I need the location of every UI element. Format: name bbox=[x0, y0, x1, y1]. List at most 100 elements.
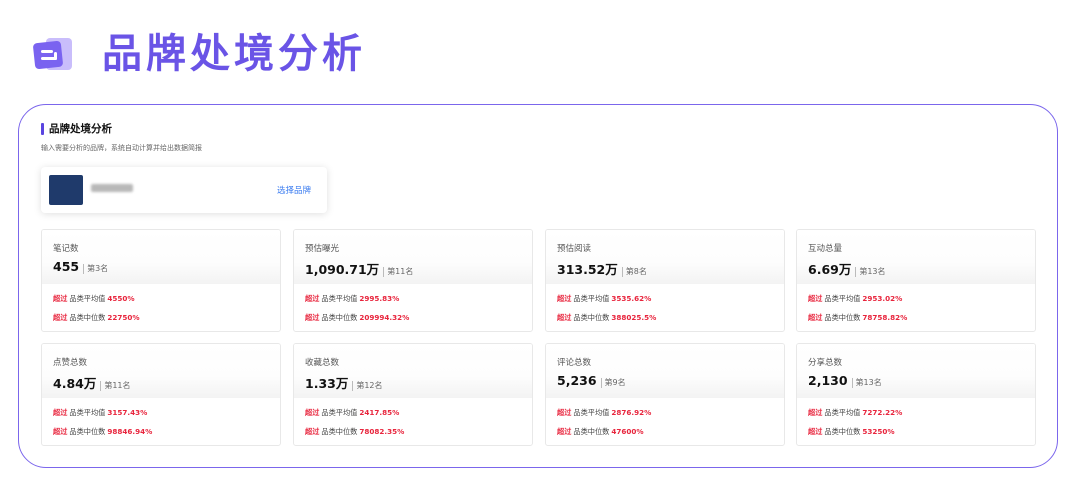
metric-rank: 第11名 bbox=[383, 267, 413, 277]
brand-analysis-panel: 品牌处境分析 输入需要分析的品牌，系统自动计算并给出数据简报 选择品牌 笔记数 … bbox=[18, 104, 1058, 468]
metric-value: 5,236 bbox=[557, 373, 597, 388]
avg-label: 品类平均值 bbox=[824, 408, 861, 417]
over-label: 超过 bbox=[808, 427, 823, 436]
median-label: 品类中位数 bbox=[824, 427, 861, 436]
metric-value-row: 2,130 第13名 bbox=[808, 373, 882, 388]
median-comparison: 超过 品类中位数 47600% bbox=[557, 427, 644, 437]
avg-percent: 2953.02% bbox=[862, 294, 903, 303]
median-label: 品类中位数 bbox=[321, 427, 358, 436]
metric-value: 1.33万 bbox=[305, 376, 349, 391]
metric-label: 预估阅读 bbox=[557, 244, 592, 254]
brand-name-blurred bbox=[91, 184, 133, 192]
section-title: 品牌处境分析 bbox=[49, 123, 112, 135]
avg-label: 品类平均值 bbox=[69, 294, 106, 303]
metric-card-comments: 评论总数 5,236 第9名 超过 品类平均值 2876.92% 超过 品类中位数 47… bbox=[545, 343, 785, 446]
card-stack-icon bbox=[30, 30, 78, 78]
median-comparison: 超过 品类中位数 53250% bbox=[808, 427, 895, 437]
metric-rank: 第3名 bbox=[83, 264, 108, 274]
section-header: 品牌处境分析 bbox=[41, 121, 112, 136]
avg-comparison: 超过 品类平均值 2876.92% bbox=[557, 408, 651, 418]
over-label: 超过 bbox=[808, 294, 823, 303]
metric-rank: 第13名 bbox=[855, 267, 886, 277]
median-percent: 209994.32% bbox=[359, 313, 410, 322]
metric-card-notes: 笔记数 455 第3名 超过 品类平均值 4550% 超过 品类中位数 22750% bbox=[41, 229, 281, 332]
median-comparison: 超过 品类中位数 209994.32% bbox=[305, 313, 409, 323]
metric-label: 评论总数 bbox=[557, 358, 592, 368]
card-header-area bbox=[546, 344, 784, 398]
metric-value: 6.69万 bbox=[808, 262, 852, 277]
brand-selector-card: 选择品牌 bbox=[41, 167, 327, 213]
metric-rank: 第11名 bbox=[100, 381, 131, 391]
over-label: 超过 bbox=[53, 313, 68, 322]
metric-rank: 第12名 bbox=[352, 381, 383, 391]
metric-value: 4.84万 bbox=[53, 376, 97, 391]
median-percent: 78758.82% bbox=[862, 313, 908, 322]
over-label: 超过 bbox=[808, 313, 823, 322]
avg-percent: 3157.43% bbox=[107, 408, 148, 417]
median-comparison: 超过 品类中位数 78082.35% bbox=[305, 427, 404, 437]
page-header: 品牌处境分析 bbox=[30, 26, 366, 82]
over-label: 超过 bbox=[53, 427, 68, 436]
median-percent: 388025.5% bbox=[611, 313, 657, 322]
metric-card-interactions: 互动总量 6.69万 第13名 超过 品类平均值 2953.02% 超过 品类中位数 7… bbox=[796, 229, 1036, 332]
avg-comparison: 超过 品类平均值 3535.62% bbox=[557, 294, 651, 304]
avg-label: 品类平均值 bbox=[573, 294, 610, 303]
metric-value-row: 1,090.71万 第11名 bbox=[305, 259, 413, 278]
metric-label: 点赞总数 bbox=[53, 358, 88, 368]
over-label: 超过 bbox=[557, 294, 572, 303]
select-brand-link[interactable]: 选择品牌 bbox=[277, 184, 311, 196]
over-label: 超过 bbox=[305, 313, 320, 322]
metric-label: 互动总量 bbox=[808, 244, 843, 254]
metric-card-shares: 分享总数 2,130 第13名 超过 品类平均值 7272.22% 超过 品类中位数 5… bbox=[796, 343, 1036, 446]
metric-value-row: 4.84万 第11名 bbox=[53, 373, 131, 392]
section-accent-bar bbox=[41, 122, 44, 135]
metric-value-row: 5,236 第9名 bbox=[557, 373, 626, 388]
brand-logo bbox=[49, 175, 83, 205]
avg-label: 品类平均值 bbox=[824, 294, 861, 303]
metric-value: 313.52万 bbox=[557, 262, 618, 277]
avg-label: 品类平均值 bbox=[573, 408, 610, 417]
metric-card-exposure: 预估曝光 1,090.71万 第11名 超过 品类平均值 2995.83% 超过 品类… bbox=[293, 229, 533, 332]
avg-comparison: 超过 品类平均值 7272.22% bbox=[808, 408, 902, 418]
median-comparison: 超过 品类中位数 78758.82% bbox=[808, 313, 907, 323]
median-label: 品类中位数 bbox=[824, 313, 861, 322]
avg-percent: 3535.62% bbox=[611, 294, 652, 303]
avg-percent: 7272.22% bbox=[862, 408, 903, 417]
metric-label: 收藏总数 bbox=[305, 358, 340, 368]
avg-label: 品类平均值 bbox=[321, 408, 358, 417]
over-label: 超过 bbox=[808, 408, 823, 417]
metric-value-row: 6.69万 第13名 bbox=[808, 259, 886, 278]
avg-percent: 2417.85% bbox=[359, 408, 400, 417]
metric-rank: 第8名 bbox=[621, 267, 647, 277]
over-label: 超过 bbox=[53, 408, 68, 417]
median-comparison: 超过 品类中位数 22750% bbox=[53, 313, 140, 323]
over-label: 超过 bbox=[305, 427, 320, 436]
page-title: 品牌处境分析 bbox=[102, 31, 366, 77]
median-label: 品类中位数 bbox=[573, 427, 610, 436]
over-label: 超过 bbox=[557, 408, 572, 417]
avg-comparison: 超过 品类平均值 3157.43% bbox=[53, 408, 147, 418]
avg-percent: 2995.83% bbox=[359, 294, 400, 303]
avg-percent: 4550% bbox=[107, 294, 135, 303]
avg-comparison: 超过 品类平均值 2953.02% bbox=[808, 294, 902, 304]
median-label: 品类中位数 bbox=[321, 313, 358, 322]
avg-comparison: 超过 品类平均值 4550% bbox=[53, 294, 135, 304]
over-label: 超过 bbox=[305, 408, 320, 417]
metric-label: 笔记数 bbox=[53, 244, 79, 254]
over-label: 超过 bbox=[557, 427, 572, 436]
metric-label: 分享总数 bbox=[808, 358, 843, 368]
metric-value-row: 455 第3名 bbox=[53, 259, 108, 274]
median-percent: 47600% bbox=[611, 427, 644, 436]
card-header-area bbox=[797, 344, 1035, 398]
median-percent: 78082.35% bbox=[359, 427, 405, 436]
metric-label: 预估曝光 bbox=[305, 244, 340, 254]
metric-value: 1,090.71万 bbox=[305, 262, 380, 277]
avg-label: 品类平均值 bbox=[321, 294, 358, 303]
over-label: 超过 bbox=[305, 294, 320, 303]
median-percent: 53250% bbox=[862, 427, 895, 436]
card-header-area bbox=[42, 230, 280, 284]
metric-rank: 第9名 bbox=[600, 378, 626, 388]
avg-comparison: 超过 品类平均值 2995.83% bbox=[305, 294, 399, 304]
metric-value: 2,130 bbox=[808, 373, 848, 388]
over-label: 超过 bbox=[53, 294, 68, 303]
